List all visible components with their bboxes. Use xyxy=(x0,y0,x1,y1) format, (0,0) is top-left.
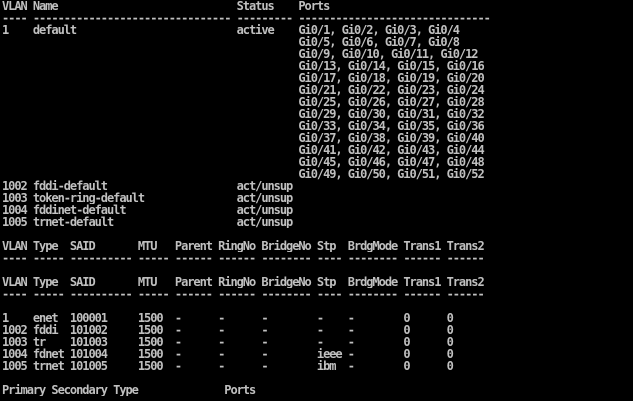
terminal-line: ---- -------------------------------- --… xyxy=(2,12,491,24)
terminal-line: VLAN Type SAID MTU Parent RingNo BridgeN… xyxy=(2,240,485,252)
terminal-line: ---- ----- ---------- ----- ------ -----… xyxy=(2,252,485,264)
terminal-line: Gi0/49, Gi0/50, Gi0/51, Gi0/52 xyxy=(2,168,484,180)
terminal-line: 1 default active Gi0/1, Gi0/2, Gi0/3, Gi… xyxy=(2,24,460,36)
terminal-line: Gi0/29, Gi0/30, Gi0/31, Gi0/32 xyxy=(2,108,484,120)
terminal-line: 1 enet 100001 1500 - - - - - 0 0 xyxy=(2,312,454,324)
terminal-line: Primary Secondary Type Ports xyxy=(2,384,256,396)
terminal-line: 1003 token-ring-default act/unsup xyxy=(2,192,293,204)
terminal-line: Gi0/33, Gi0/34, Gi0/35, Gi0/36 xyxy=(2,120,484,132)
terminal-window[interactable]: VLAN Name Status Ports ---- -------------… xyxy=(0,0,633,401)
terminal-line: VLAN Type SAID MTU Parent RingNo BridgeN… xyxy=(2,276,485,288)
terminal-line: ---- ----- ---------- ----- ------ -----… xyxy=(2,288,485,300)
terminal-line: 1003 tr 101003 1500 - - - - - 0 0 xyxy=(2,336,454,348)
terminal-line: VLAN Name Status Ports xyxy=(2,0,330,12)
terminal-line: 1002 fddi 101002 1500 - - - - - 0 0 xyxy=(2,324,454,336)
terminal-line: Gi0/37, Gi0/38, Gi0/39, Gi0/40 xyxy=(2,132,484,144)
terminal-output: VLAN Name Status Ports ---- -------------… xyxy=(2,0,633,401)
terminal-line: 1002 fddi-default act/unsup xyxy=(2,180,293,192)
terminal-line: Gi0/45, Gi0/46, Gi0/47, Gi0/48 xyxy=(2,156,484,168)
terminal-line: 1005 trnet-default act/unsup xyxy=(2,216,293,228)
terminal-line: Gi0/5, Gi0/6, Gi0/7, Gi0/8 xyxy=(2,36,460,48)
terminal-line: Gi0/9, Gi0/10, Gi0/11, Gi0/12 xyxy=(2,48,478,60)
terminal-line: ------- --------- ----------------- ----… xyxy=(2,396,633,401)
terminal-line: 1005 trnet 101005 1500 - - - ibm - 0 0 xyxy=(2,360,454,372)
terminal-line: Gi0/41, Gi0/42, Gi0/43, Gi0/44 xyxy=(2,144,484,156)
terminal-line: Gi0/17, Gi0/18, Gi0/19, Gi0/20 xyxy=(2,72,484,84)
terminal-line: Gi0/21, Gi0/22, Gi0/23, Gi0/24 xyxy=(2,84,484,96)
terminal-line: Gi0/25, Gi0/26, Gi0/27, Gi0/28 xyxy=(2,96,484,108)
terminal-line: 1004 fdnet 101004 1500 - - - ieee - 0 0 xyxy=(2,348,454,360)
terminal-line: 1004 fddinet-default act/unsup xyxy=(2,204,293,216)
terminal-line: Gi0/13, Gi0/14, Gi0/15, Gi0/16 xyxy=(2,60,484,72)
